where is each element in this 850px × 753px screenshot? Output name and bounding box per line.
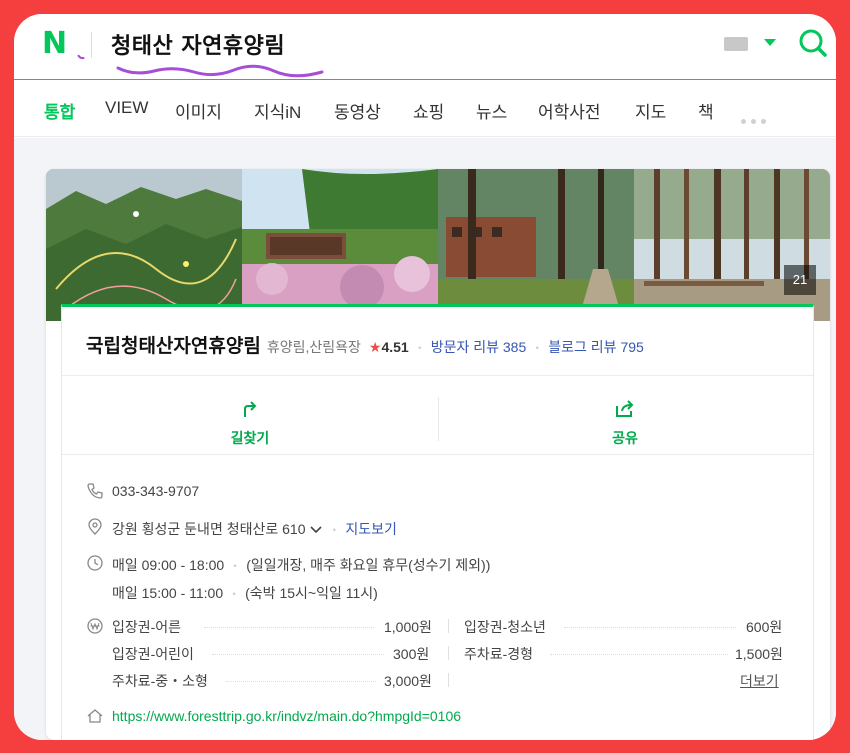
tab-dictionary[interactable]: 어학사전	[538, 98, 601, 123]
tab-knowledge-in[interactable]: 지식iN	[254, 98, 301, 123]
logo-accent-icon	[77, 53, 85, 61]
phone-number[interactable]: 033-343-9707	[112, 483, 199, 499]
photo-strip[interactable]: 21	[46, 169, 830, 321]
more-button[interactable]: 더보기	[740, 671, 779, 691]
photo-trail-map[interactable]	[46, 169, 242, 321]
tab-images[interactable]: 이미지	[175, 98, 222, 123]
visitor-reviews-link[interactable]: 방문자 리뷰 385	[431, 339, 527, 355]
photo-count-badge[interactable]: 21	[784, 265, 816, 295]
price-label: 입장권-어린이	[112, 646, 194, 662]
tab-integrated[interactable]: 통합	[44, 98, 75, 123]
homepage-link[interactable]: https://www.foresttrip.go.kr/indvz/main.…	[112, 708, 461, 724]
leader-dots	[204, 627, 374, 628]
action-divider	[438, 397, 439, 441]
browser-frame: N 청태산 자연휴양림 통합 VIEW 이미지 지식iN 동영상 쇼핑 뉴스 어…	[14, 14, 836, 740]
tab-news[interactable]: 뉴스	[476, 98, 507, 123]
share-icon	[616, 400, 634, 417]
photo-entrance-sign[interactable]	[242, 169, 438, 321]
address-value: 강원 횡성군 둔내면 청태산로 610	[112, 521, 306, 537]
search-icon[interactable]	[798, 28, 828, 58]
tab-video[interactable]: 동영상	[334, 98, 381, 123]
price-value: 1,000원	[384, 619, 432, 635]
price-value: 300원	[393, 646, 430, 662]
leader-dots	[212, 654, 384, 655]
share-label: 공유	[612, 430, 638, 446]
place-title-row: 국립청태산자연휴양림 휴양림,산림욕장 ★4.51 ・ 방문자 리뷰 385 ・ 블로그 리…	[86, 331, 644, 358]
won-icon	[87, 618, 103, 634]
divider	[62, 375, 813, 376]
map-link[interactable]: 지도보기	[345, 521, 397, 537]
place-name[interactable]: 국립청태산자연휴양림	[86, 336, 261, 357]
place-card: 21 국립청태산자연휴양림 휴양림,산림욕장 ★4.51 ・ 방문자 리뷰 385 ・ 블로…	[46, 169, 830, 740]
separator-dot: ・	[531, 341, 544, 355]
column-divider	[448, 646, 449, 660]
leader-dots	[226, 681, 376, 682]
search-header: N 청태산 자연휴양림	[14, 14, 836, 80]
hours-line-1: 매일 09:00 - 18:00 ・ (일일개장, 매주 화요일 휴무(성수기 제외…	[112, 555, 490, 575]
search-tabs: 통합 VIEW 이미지 지식iN 동영상 쇼핑 뉴스 어학사전 지도 책	[14, 81, 836, 137]
column-divider	[448, 619, 449, 633]
price-value: 1,500원	[735, 646, 783, 662]
directions-button[interactable]: 길찾기	[150, 399, 350, 448]
separator-dot: ・	[413, 341, 426, 355]
tab-view[interactable]: VIEW	[105, 98, 148, 118]
clock-icon	[87, 555, 103, 571]
place-category: 휴양림,산림욕장	[266, 339, 361, 355]
price-value: 600원	[746, 619, 783, 635]
leader-dots	[550, 654, 728, 655]
separator-dot: ・	[229, 559, 242, 573]
directions-icon	[244, 401, 257, 417]
naver-logo[interactable]: N	[42, 26, 67, 61]
tab-map[interactable]: 지도	[635, 98, 666, 123]
handwritten-underline-icon	[116, 64, 324, 78]
tab-books[interactable]: 책	[698, 98, 714, 123]
divider	[62, 454, 813, 455]
chevron-down-icon[interactable]	[309, 525, 323, 535]
hours-time: 매일 15:00 - 11:00	[112, 585, 224, 601]
header-divider	[91, 32, 92, 58]
star-icon: ★	[368, 339, 382, 355]
separator-dot: ・	[228, 587, 241, 601]
blog-reviews-link[interactable]: 블로그 리뷰 795	[548, 339, 644, 355]
share-button[interactable]: 공유	[525, 399, 725, 448]
hours-note: (일일개장, 매주 화요일 휴무(성수기 제외))	[246, 557, 491, 573]
leader-dots	[564, 627, 736, 628]
keyboard-icon[interactable]	[724, 37, 748, 51]
price-label: 입장권-어른	[112, 619, 182, 635]
address-text[interactable]: 강원 횡성군 둔내면 청태산로 610 ・ 지도보기	[112, 519, 397, 539]
chevron-down-icon[interactable]	[764, 39, 776, 46]
home-icon	[87, 709, 103, 723]
column-divider	[448, 673, 449, 687]
tab-shopping[interactable]: 쇼핑	[413, 98, 444, 123]
hours-note: (숙박 15시~익일 11시)	[245, 585, 378, 601]
price-label: 주차료-경형	[464, 646, 534, 662]
directions-label: 길찾기	[230, 430, 270, 446]
location-pin-icon	[88, 518, 102, 535]
price-label: 입장권-청소년	[464, 619, 546, 635]
place-info-panel: 국립청태산자연휴양림 휴양림,산림욕장 ★4.51 ・ 방문자 리뷰 385 ・ 블로그 리…	[61, 304, 814, 740]
photo-pine-forest[interactable]	[634, 169, 830, 321]
hours-time: 매일 09:00 - 18:00	[112, 557, 225, 573]
price-label: 주차료-중・소형	[112, 673, 208, 689]
hours-line-2: 매일 15:00 - 11:00 ・ (숙박 15시~익일 11시)	[112, 583, 378, 603]
more-tabs-icon[interactable]	[741, 109, 771, 128]
rating-value: 4.51	[381, 339, 409, 355]
photo-lodge-building[interactable]	[438, 169, 634, 321]
separator-dot: ・	[328, 523, 341, 537]
search-query-input[interactable]: 청태산 자연휴양림	[111, 28, 285, 60]
phone-icon	[87, 483, 103, 499]
price-value: 3,000원	[384, 673, 432, 689]
